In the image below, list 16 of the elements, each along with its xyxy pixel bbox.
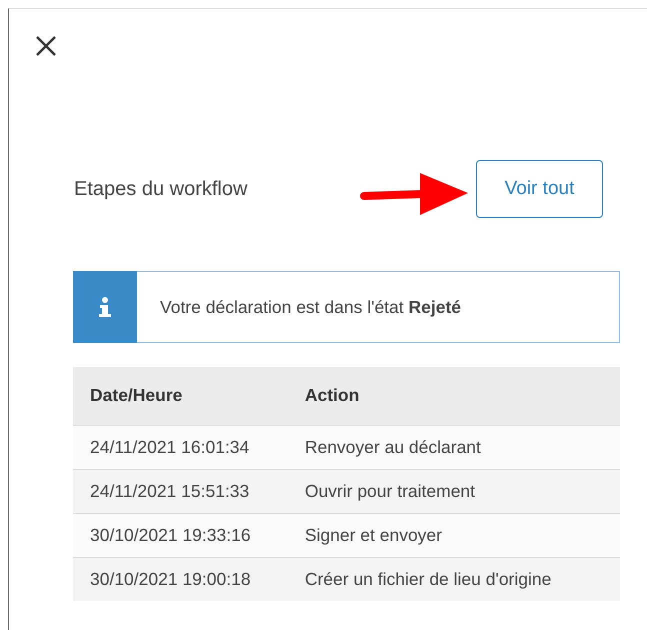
info-icon (73, 271, 137, 343)
table-cell: 30/10/2021 19:00:18 (73, 557, 299, 601)
close-icon[interactable] (35, 35, 57, 57)
view-all-button[interactable]: Voir tout (476, 160, 603, 218)
table-cell: 24/11/2021 16:01:34 (73, 425, 299, 469)
table-cell: Signer et envoyer (298, 513, 620, 557)
arrow-icon (360, 171, 470, 217)
section-title: Etapes du workflow (74, 178, 248, 200)
table-cell: Renvoyer au déclarant (298, 425, 620, 469)
table-cell: Créer un fichier de lieu d'origine (298, 557, 620, 601)
column-header: Action (298, 367, 620, 425)
status-message: Votre déclaration est dans l'état Rejeté (159, 296, 462, 318)
table-cell: 24/11/2021 15:51:33 (73, 469, 299, 513)
table-cell: 30/10/2021 19:33:16 (73, 513, 299, 557)
table-cell: Ouvrir pour traitement (298, 469, 620, 513)
column-header: Date/Heure (73, 367, 299, 425)
